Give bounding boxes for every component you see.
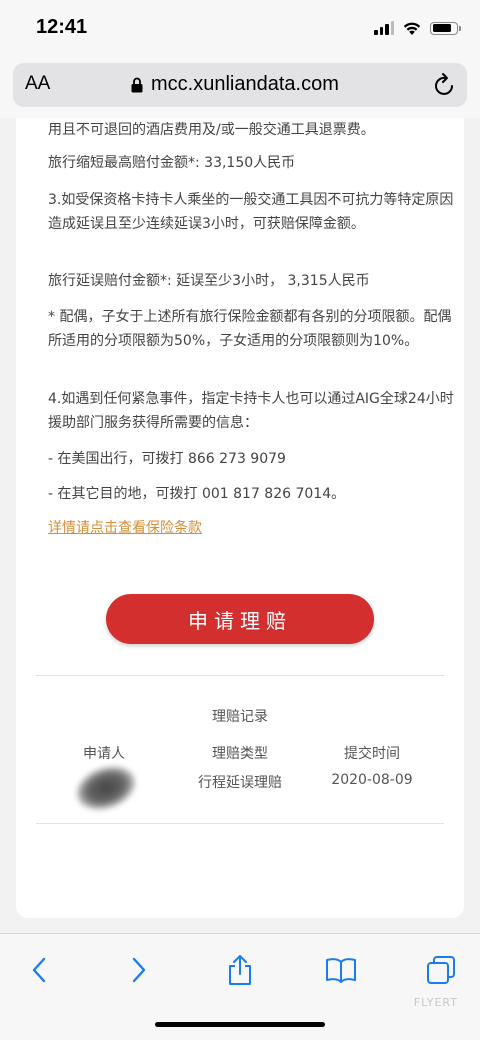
text-size-label: AA xyxy=(25,73,51,94)
divider xyxy=(36,675,444,676)
watermark-logo: FLYERT xyxy=(413,996,458,1009)
header-applicant: 申请人 xyxy=(83,746,125,762)
back-button[interactable] xyxy=(19,950,59,990)
applicant-blurred xyxy=(70,758,142,818)
home-indicator xyxy=(155,1022,325,1027)
tabs-button[interactable] xyxy=(421,950,461,990)
cell-claim-type: 行程延误理赔 xyxy=(198,775,282,791)
forward-button[interactable] xyxy=(119,950,159,990)
paragraph-delay-rule: 3.如受保资格卡持卡人乘坐的一般交通工具因不可抗力等特定原因造成延误且至少连续延… xyxy=(48,192,454,232)
tabs-icon xyxy=(427,956,455,984)
reload-button[interactable] xyxy=(433,72,457,102)
cellular-signal-icon xyxy=(374,21,394,35)
browser-address-area: AA mcc.xunliandata.com xyxy=(0,58,480,118)
header-submit-time: 提交时间 xyxy=(344,746,400,762)
paragraph-spouse-limits: * 配偶，子女于上述所有旅行保险金额都有各别的分项限额。配偶所适用的分项限额为5… xyxy=(48,309,452,349)
address-bar[interactable]: AA mcc.xunliandata.com xyxy=(13,63,467,107)
status-icons xyxy=(374,18,461,38)
paragraph-us-phone: - 在美国出行，可拨打 866 273 9079 xyxy=(48,451,286,467)
claim-records-title: 理赔记录 xyxy=(212,709,268,725)
paragraph-other-phone: - 在其它目的地，可拨打 001 817 826 7014。 xyxy=(48,486,346,502)
divider xyxy=(36,823,444,824)
content-card: 用且不可退回的酒店费用及/或一般交通工具退票费。 旅行缩短最高赔付金额*: 33… xyxy=(16,118,464,918)
paragraph-delay-amount: 旅行延误赔付金额*: 延误至少3小时， 3,315人民币 xyxy=(48,273,370,289)
status-bar: 12:41 xyxy=(0,0,480,58)
lock-icon xyxy=(131,77,143,92)
reload-icon xyxy=(435,73,453,95)
bookmarks-button[interactable] xyxy=(321,950,361,990)
url-text: mcc.xunliandata.com xyxy=(151,73,339,95)
book-icon xyxy=(326,958,356,983)
header-claim-type: 理赔类型 xyxy=(212,746,268,762)
share-button[interactable] xyxy=(220,950,260,990)
text-size-button[interactable]: AA xyxy=(25,73,50,95)
insurance-terms-link[interactable]: 详情请点击查看保险条款 xyxy=(48,517,202,537)
battery-icon xyxy=(430,21,461,35)
cell-submit-time: 2020-08-09 xyxy=(331,772,413,788)
chevron-left-icon xyxy=(32,957,46,983)
share-icon xyxy=(229,955,251,985)
chevron-right-icon xyxy=(132,957,146,983)
wifi-icon xyxy=(403,22,421,35)
paragraph-trip-shortening: 旅行缩短最高赔付金额*: 33,150人民币 xyxy=(48,155,296,171)
url-display[interactable]: mcc.xunliandata.com xyxy=(131,73,339,96)
paragraph-refund: 用且不可退回的酒店费用及/或一般交通工具退票费。 xyxy=(48,122,375,138)
paragraph-emergency: 4.如遇到任何紧急事件，指定卡持卡人也可以通过AIG全球24小时援助部门服务获得… xyxy=(48,391,454,431)
status-time: 12:41 xyxy=(36,16,88,38)
apply-claim-button[interactable]: 申请理赔 xyxy=(106,594,374,644)
